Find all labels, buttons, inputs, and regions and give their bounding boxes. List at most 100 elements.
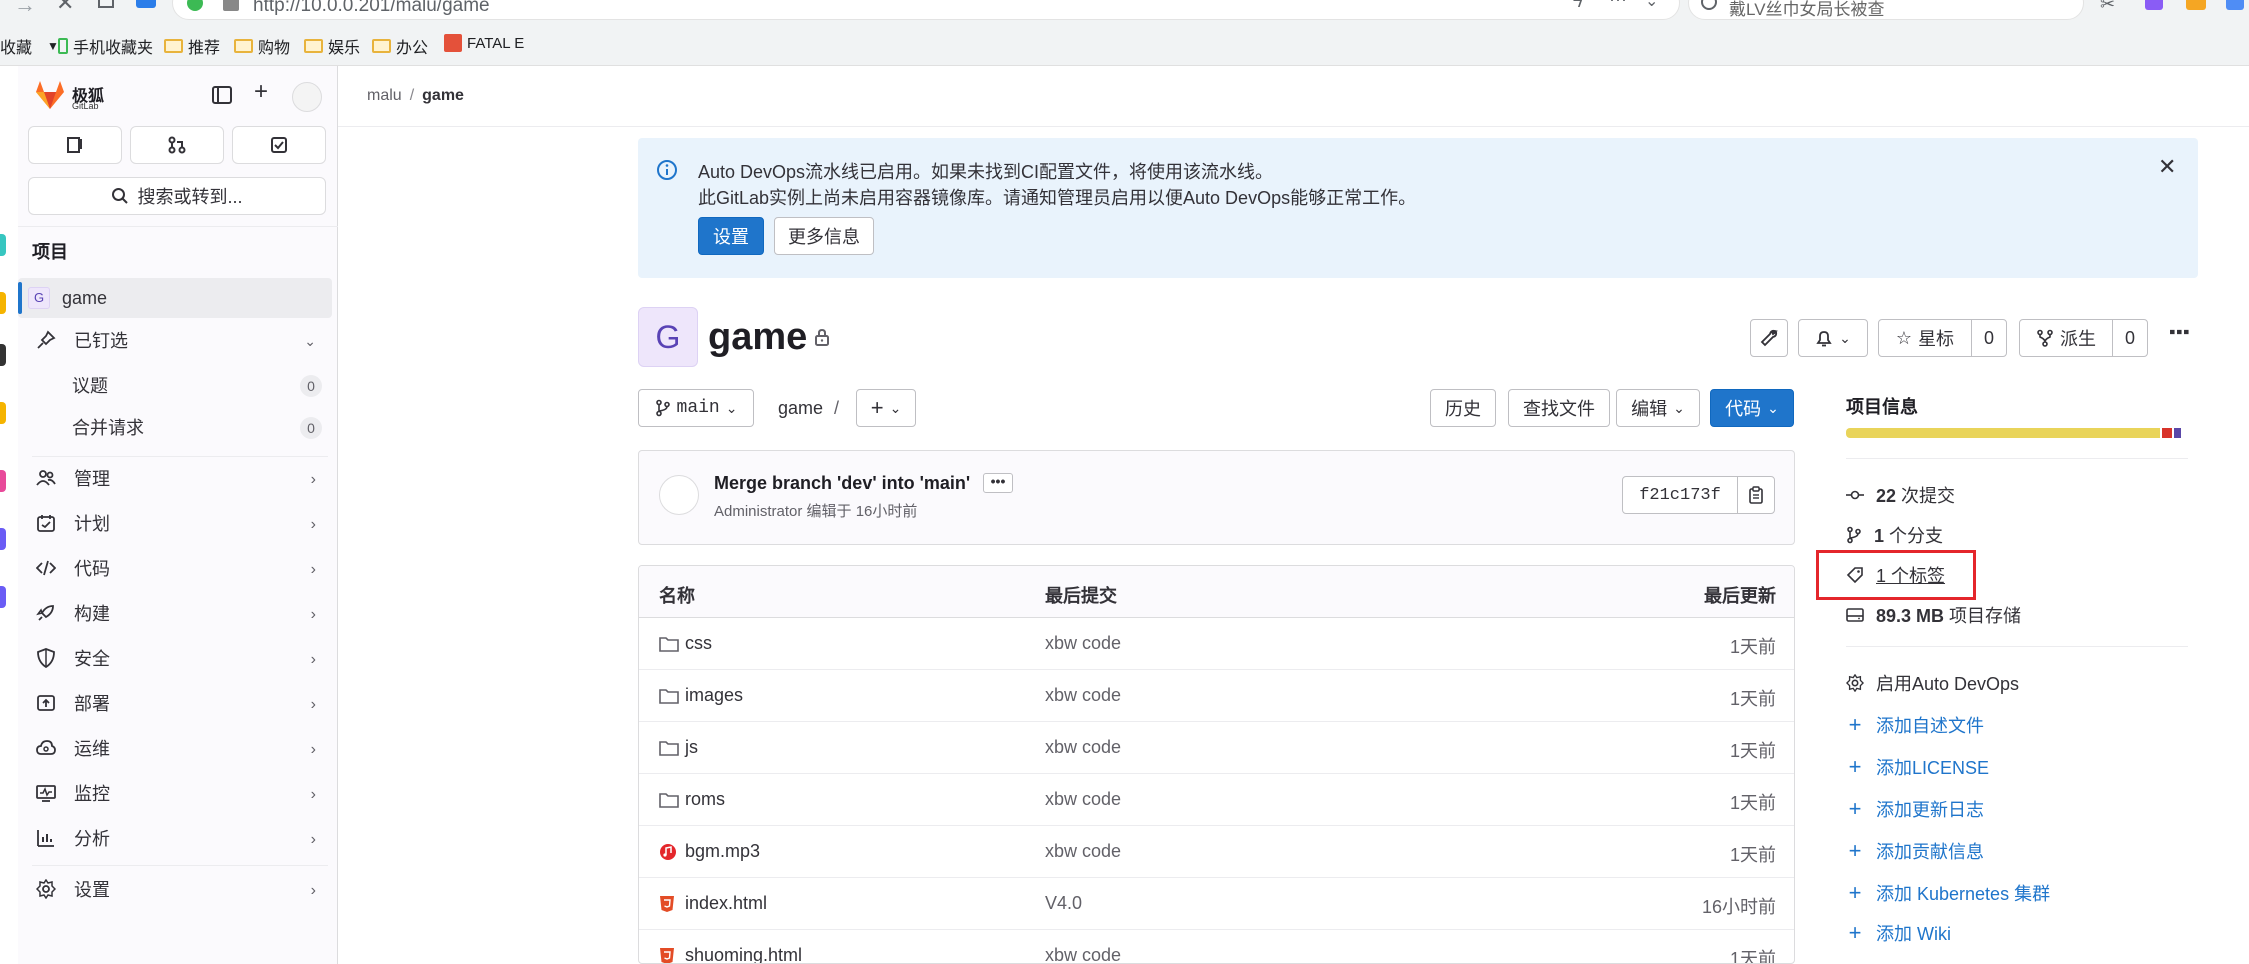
more-icon[interactable]: ••• (983, 473, 1013, 493)
app-icon[interactable] (0, 344, 6, 366)
commit-sha[interactable]: f21c173f (1622, 476, 1738, 514)
fork-count[interactable]: 0 (2112, 319, 2148, 357)
file-commit[interactable]: xbw code (1045, 841, 1121, 862)
table-row[interactable]: shuoming.html xbw code 1天前 (639, 930, 1794, 963)
bookmark-recommend[interactable]: 推荐 (164, 34, 220, 58)
more-icon[interactable]: ··· (1609, 0, 1627, 10)
app-icon[interactable] (0, 292, 6, 314)
sidebar-item-operate[interactable]: 运维 › (18, 728, 338, 768)
plus-icon[interactable]: + (254, 78, 268, 106)
fork-button[interactable]: 派生 (2019, 319, 2113, 357)
more-actions-icon[interactable]: ⋮ (2165, 320, 2192, 344)
extension-icon[interactable] (2145, 0, 2163, 10)
close-icon[interactable]: ✕ (2158, 154, 2176, 180)
table-row[interactable]: index.html V4.0 16小时前 (639, 878, 1794, 930)
add-contributing-link[interactable]: + 添加贡献信息 (1846, 838, 1984, 864)
table-row[interactable]: css xbw code 1天前 (639, 618, 1794, 670)
gitlab-logo[interactable] (34, 80, 66, 110)
file-commit[interactable]: xbw code (1045, 945, 1121, 963)
add-license-link[interactable]: + 添加LICENSE (1846, 754, 1989, 780)
file-commit[interactable]: xbw code (1045, 789, 1121, 810)
sidebar-item-deploy[interactable]: 部署 › (18, 683, 338, 723)
notification-button[interactable]: ⌄ (1798, 319, 1868, 357)
sidebar-item-merge-requests[interactable]: 合并请求 0 (18, 407, 338, 447)
file-commit[interactable]: V4.0 (1045, 893, 1082, 914)
add-file-button[interactable]: + ⌄ (856, 389, 916, 427)
repo-path[interactable]: game (778, 398, 823, 419)
code-button[interactable]: 代码 ⌄ (1710, 389, 1794, 427)
browser-search[interactable]: 戴LV丝巾女局长被查 (1688, 0, 2084, 20)
search-button[interactable]: 搜索或转到... (28, 177, 326, 215)
sidebar-item-analyze[interactable]: 分析 › (18, 818, 338, 858)
issues-button[interactable] (28, 126, 122, 164)
table-row[interactable]: js xbw code 1天前 (639, 722, 1794, 774)
search-text[interactable]: 戴LV丝巾女局长被查 (1729, 0, 1885, 20)
commit-title[interactable]: Merge branch 'dev' into 'main' (714, 473, 970, 494)
bookmark-mobile[interactable]: 手机收藏夹 (58, 34, 153, 58)
app-icon[interactable] (0, 234, 6, 256)
file-name[interactable]: roms (685, 789, 725, 810)
avatar[interactable] (659, 475, 699, 515)
sidebar-item-settings[interactable]: 设置 › (18, 869, 338, 909)
add-kubernetes-link[interactable]: + 添加 Kubernetes 集群 (1846, 880, 2051, 906)
more-info-button[interactable]: 更多信息 (774, 217, 874, 255)
admin-button[interactable] (1750, 319, 1788, 357)
ai-icon[interactable] (136, 0, 156, 8)
file-commit[interactable]: xbw code (1045, 685, 1121, 706)
file-commit[interactable]: xbw code (1045, 633, 1121, 654)
home-icon[interactable] (98, 0, 114, 8)
history-button[interactable]: 历史 (1430, 389, 1496, 427)
forward-icon[interactable]: → (14, 0, 36, 18)
bookmark-shopping[interactable]: 购物 (234, 34, 290, 58)
toggle-sidebar-icon[interactable] (212, 86, 232, 104)
url-text[interactable]: http://10.0.0.201/malu/game (253, 0, 490, 17)
merge-requests-button[interactable] (130, 126, 224, 164)
app-icon[interactable] (0, 528, 6, 550)
table-row[interactable]: roms xbw code 1天前 (639, 774, 1794, 826)
table-row[interactable]: bgm.mp3 xbw code 1天前 (639, 826, 1794, 878)
find-file-button[interactable]: 查找文件 (1508, 389, 1610, 427)
settings-button[interactable]: 设置 (698, 217, 764, 255)
branch-selector[interactable]: main ⌄ (638, 389, 754, 427)
sidebar-item-build[interactable]: 构建 › (18, 593, 338, 633)
file-name[interactable]: css (685, 633, 712, 654)
breadcrumb-project[interactable]: game (422, 87, 464, 104)
branches-stat[interactable]: 1 个分支 (1846, 522, 1943, 548)
lightning-icon[interactable]: ϟ (1573, 0, 1583, 12)
commit-author[interactable]: Administrator (714, 503, 802, 520)
bookmark-entertainment[interactable]: 娱乐 (304, 34, 360, 58)
file-name[interactable]: shuoming.html (685, 945, 802, 963)
sidebar-item-project[interactable]: G game (18, 278, 332, 318)
sidebar-item-issues[interactable]: 议题 0 (18, 365, 338, 405)
sidebar-item-manage[interactable]: 管理 › (18, 458, 338, 498)
copy-sha-button[interactable] (1737, 476, 1775, 514)
file-name[interactable]: bgm.mp3 (685, 841, 760, 862)
extension-icon[interactable] (2226, 0, 2244, 10)
sidebar-item-security[interactable]: 安全 › (18, 638, 338, 678)
bookmark-favorites[interactable]: 收藏 ▼ (0, 34, 59, 58)
user-avatar[interactable] (292, 82, 322, 112)
star-count[interactable]: 0 (1971, 319, 2007, 357)
sidebar-item-monitor[interactable]: 监控 › (18, 773, 338, 813)
address-bar[interactable]: http://10.0.0.201/malu/game ϟ ··· ⌄ (172, 0, 1680, 20)
todo-button[interactable] (232, 126, 326, 164)
bookmark-office[interactable]: 办公 (372, 34, 428, 58)
scissors-icon[interactable]: ✂ (2100, 0, 2115, 15)
enable-autodevops[interactable]: 启用Auto DevOps (1846, 670, 2019, 696)
file-name[interactable]: images (685, 685, 743, 706)
breadcrumb-group[interactable]: malu (367, 87, 402, 104)
sidebar-item-code[interactable]: 代码 › (18, 548, 338, 588)
add-readme-link[interactable]: + 添加自述文件 (1846, 712, 1984, 738)
sidebar-item-plan[interactable]: 计划 › (18, 503, 338, 543)
extension-icon[interactable] (2186, 0, 2206, 10)
star-button[interactable]: ☆ 星标 (1878, 319, 1972, 357)
stop-icon[interactable]: ✕ (56, 0, 74, 16)
file-commit[interactable]: xbw code (1045, 737, 1121, 758)
commits-stat[interactable]: 22 次提交 (1846, 482, 1955, 508)
chevron-down-icon[interactable]: ⌄ (1645, 0, 1658, 11)
add-wiki-link[interactable]: + 添加 Wiki (1846, 920, 1951, 946)
add-changelog-link[interactable]: + 添加更新日志 (1846, 796, 1984, 822)
file-name[interactable]: js (685, 737, 698, 758)
table-row[interactable]: images xbw code 1天前 (639, 670, 1794, 722)
app-icon[interactable] (0, 402, 6, 424)
